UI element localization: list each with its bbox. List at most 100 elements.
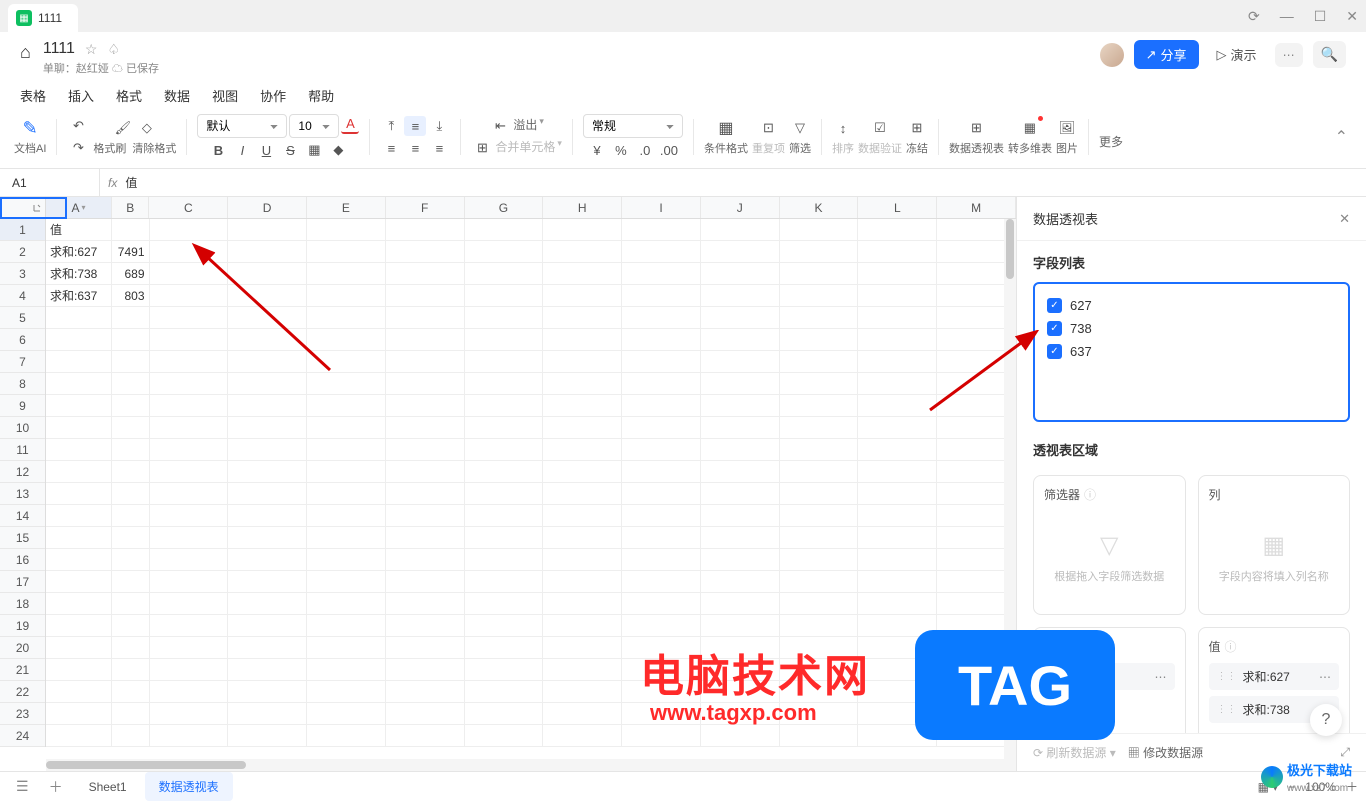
cell[interactable] bbox=[307, 527, 386, 549]
cell[interactable] bbox=[701, 219, 780, 241]
cell[interactable] bbox=[465, 263, 544, 285]
row-header[interactable]: 18 bbox=[0, 593, 45, 615]
cell[interactable] bbox=[780, 417, 859, 439]
cell[interactable] bbox=[622, 637, 701, 659]
cell[interactable] bbox=[150, 395, 229, 417]
cell[interactable] bbox=[622, 571, 701, 593]
cell[interactable] bbox=[780, 527, 859, 549]
row-header[interactable]: 17 bbox=[0, 571, 45, 593]
cell[interactable] bbox=[112, 307, 150, 329]
cell[interactable] bbox=[46, 637, 112, 659]
file-tab[interactable]: ▦ 1111 bbox=[8, 4, 78, 32]
cell[interactable] bbox=[543, 725, 622, 747]
row-header[interactable]: 6 bbox=[0, 329, 45, 351]
cell[interactable] bbox=[543, 593, 622, 615]
cell[interactable] bbox=[465, 483, 544, 505]
cell[interactable] bbox=[780, 373, 859, 395]
cell[interactable] bbox=[228, 395, 307, 417]
refresh-source-button[interactable]: ⟳ 刷新数据源 ▾ bbox=[1033, 744, 1116, 761]
menu-format[interactable]: 格式 bbox=[116, 86, 142, 105]
cell[interactable] bbox=[858, 593, 937, 615]
cell[interactable] bbox=[307, 703, 386, 725]
cell[interactable] bbox=[465, 571, 544, 593]
cell[interactable] bbox=[386, 307, 465, 329]
cell[interactable] bbox=[780, 461, 859, 483]
cell[interactable] bbox=[46, 571, 112, 593]
cell[interactable] bbox=[701, 351, 780, 373]
cell[interactable] bbox=[465, 505, 544, 527]
cell[interactable] bbox=[307, 505, 386, 527]
cell[interactable] bbox=[386, 483, 465, 505]
cell[interactable] bbox=[150, 373, 229, 395]
cell[interactable] bbox=[701, 505, 780, 527]
cell[interactable] bbox=[858, 417, 937, 439]
row-header[interactable]: 23 bbox=[0, 703, 45, 725]
cell[interactable] bbox=[228, 417, 307, 439]
cell[interactable] bbox=[228, 241, 307, 263]
cell[interactable] bbox=[701, 571, 780, 593]
undo-button[interactable]: ↶ bbox=[67, 116, 89, 136]
cell[interactable] bbox=[465, 615, 544, 637]
document-title[interactable]: 1111 bbox=[43, 40, 75, 58]
cell[interactable] bbox=[228, 549, 307, 571]
sheet-tab-sheet1[interactable]: Sheet1 bbox=[75, 774, 141, 800]
checkbox-checked-icon[interactable]: ✓ bbox=[1047, 321, 1062, 336]
cell[interactable] bbox=[701, 725, 780, 747]
drag-handle-icon[interactable]: ⋮⋮ bbox=[1217, 704, 1237, 715]
column-header[interactable]: A▾ bbox=[46, 197, 112, 218]
cell[interactable] bbox=[307, 637, 386, 659]
cell[interactable] bbox=[543, 681, 622, 703]
cell[interactable] bbox=[780, 593, 859, 615]
cell[interactable] bbox=[112, 219, 150, 241]
cell[interactable] bbox=[386, 681, 465, 703]
cell[interactable] bbox=[46, 593, 112, 615]
cell[interactable] bbox=[622, 549, 701, 571]
cell[interactable] bbox=[386, 659, 465, 681]
align-top-button[interactable]: ⤒ bbox=[380, 116, 402, 136]
cell[interactable] bbox=[150, 725, 229, 747]
cell[interactable] bbox=[701, 241, 780, 263]
clear-format-icon[interactable]: ◇ bbox=[136, 118, 158, 138]
cell[interactable] bbox=[386, 285, 465, 307]
cell[interactable] bbox=[228, 285, 307, 307]
cell-reference[interactable]: A1 bbox=[0, 169, 100, 196]
cell[interactable] bbox=[858, 373, 937, 395]
cell[interactable] bbox=[465, 549, 544, 571]
cell[interactable] bbox=[543, 703, 622, 725]
cell[interactable] bbox=[622, 725, 701, 747]
cell[interactable] bbox=[150, 527, 229, 549]
italic-button[interactable]: I bbox=[231, 140, 253, 160]
column-header[interactable]: K bbox=[780, 197, 859, 218]
cell[interactable] bbox=[386, 527, 465, 549]
cell[interactable] bbox=[307, 615, 386, 637]
row-header[interactable]: 7 bbox=[0, 351, 45, 373]
column-header[interactable]: B bbox=[112, 197, 149, 218]
column-header[interactable]: H bbox=[543, 197, 622, 218]
cell[interactable] bbox=[112, 395, 150, 417]
cell[interactable] bbox=[780, 351, 859, 373]
cell[interactable] bbox=[858, 527, 937, 549]
formula-value[interactable]: 值 bbox=[125, 174, 137, 191]
cell[interactable] bbox=[701, 263, 780, 285]
cell[interactable] bbox=[543, 571, 622, 593]
cell[interactable] bbox=[307, 241, 386, 263]
cell[interactable] bbox=[150, 461, 229, 483]
cell[interactable] bbox=[228, 373, 307, 395]
bold-button[interactable]: B bbox=[207, 140, 229, 160]
column-header[interactable]: I bbox=[622, 197, 701, 218]
cell[interactable] bbox=[701, 395, 780, 417]
cell[interactable] bbox=[386, 373, 465, 395]
cell[interactable]: 求和:627 bbox=[46, 241, 112, 263]
cell[interactable] bbox=[701, 615, 780, 637]
cell[interactable] bbox=[701, 703, 780, 725]
cell[interactable] bbox=[46, 549, 112, 571]
cell[interactable] bbox=[228, 527, 307, 549]
cell[interactable] bbox=[228, 571, 307, 593]
cell[interactable] bbox=[112, 549, 150, 571]
cell[interactable] bbox=[543, 637, 622, 659]
cell[interactable] bbox=[150, 329, 229, 351]
cell[interactable] bbox=[46, 439, 112, 461]
cell[interactable] bbox=[46, 703, 112, 725]
cell[interactable] bbox=[465, 307, 544, 329]
cell[interactable] bbox=[622, 329, 701, 351]
